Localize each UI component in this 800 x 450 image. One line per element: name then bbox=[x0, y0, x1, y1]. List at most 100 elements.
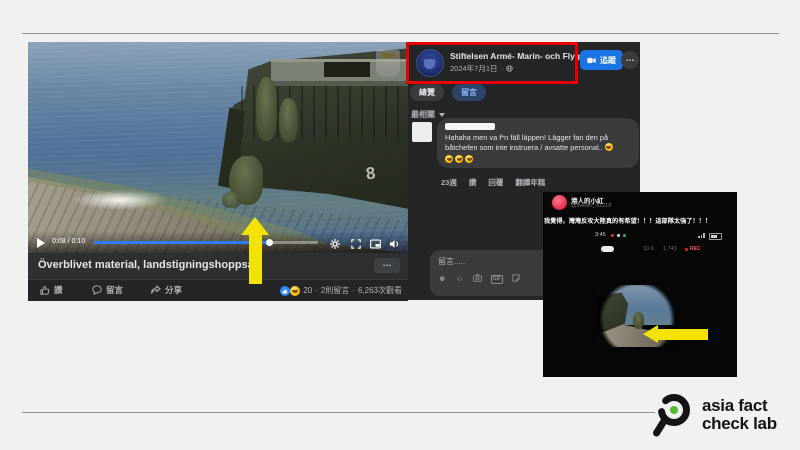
follow-label: 追蹤 bbox=[600, 55, 616, 66]
stat-value: 1,743 bbox=[663, 246, 677, 252]
battery-icon bbox=[709, 233, 722, 240]
comment-reply-link[interactable]: 回覆 bbox=[488, 177, 503, 188]
progress-bar[interactable] bbox=[94, 241, 318, 244]
arrow-shaft bbox=[658, 329, 708, 340]
wave-foam bbox=[72, 190, 168, 210]
comment-bubble-icon bbox=[92, 285, 102, 295]
rec-label: REC bbox=[690, 246, 701, 252]
comment-count[interactable]: 2則留言 bbox=[321, 285, 349, 296]
share-label: 分享 bbox=[165, 284, 182, 296]
settings-gear-icon[interactable] bbox=[330, 236, 340, 253]
armed-forces-watermark bbox=[376, 50, 400, 77]
logo-line-1: asia fact bbox=[702, 397, 777, 415]
video-more-button[interactable]: … bbox=[374, 258, 400, 273]
video-time: 0:08 / 0:10 bbox=[52, 238, 85, 245]
stat-value: 10.6 bbox=[643, 246, 654, 252]
comment-age: 23週 bbox=[441, 177, 457, 188]
x-post-avatar bbox=[552, 195, 567, 210]
status-dot-white bbox=[617, 234, 620, 237]
comment-meta-row: 23週 讚 回覆 翻譯年糕 bbox=[441, 177, 545, 188]
tab-comments[interactable]: 留言 bbox=[452, 84, 486, 101]
arrow-head bbox=[643, 325, 658, 343]
header-more-button[interactable]: … bbox=[621, 51, 639, 69]
post-action-bar: 讚 留言 分享 20 · 2則留言 bbox=[28, 279, 408, 301]
sort-label: 最相關 bbox=[411, 109, 435, 120]
logo-wordmark: asia fact check lab bbox=[702, 397, 777, 434]
comment-text: Hahaha men va f*n fäll läppen! Lägger fa… bbox=[445, 133, 631, 153]
commenter-avatar-redacted bbox=[412, 122, 432, 142]
white-pill-icon bbox=[601, 246, 614, 252]
haha-reaction-icon bbox=[290, 286, 300, 296]
video-title-bar: Överblivet material, landstigningshoppsa… bbox=[28, 253, 408, 279]
reaction-count: 20 bbox=[303, 286, 312, 295]
x-post-handle: @moses_41219 bbox=[571, 203, 611, 209]
red-annotation-box bbox=[406, 42, 578, 84]
video-post-column: 8 0:08 / 0:10 bbox=[28, 42, 408, 300]
composer-icon-row: ☻ ☺ GIF bbox=[438, 274, 556, 284]
annotation-arrow-up bbox=[241, 217, 269, 284]
soldier-figure bbox=[279, 98, 298, 142]
boat-windshield bbox=[324, 62, 370, 77]
separator: · bbox=[352, 286, 355, 295]
emoji-icon[interactable]: ☺ bbox=[455, 275, 463, 283]
status-dot-green bbox=[623, 234, 626, 237]
thumbs-up-icon bbox=[40, 285, 50, 295]
avatar-sticker-icon[interactable]: ☻ bbox=[438, 275, 446, 283]
arrow-head bbox=[241, 217, 269, 235]
logo-line-2: check lab bbox=[702, 415, 777, 433]
status-time: 3:45 bbox=[595, 232, 606, 238]
soldier-figure bbox=[222, 192, 241, 208]
like-label: 讚 bbox=[54, 284, 63, 296]
video-camera-icon bbox=[587, 57, 596, 64]
comment-like-link[interactable]: 讚 bbox=[469, 177, 477, 188]
follow-button[interactable]: 追蹤 bbox=[580, 50, 623, 70]
status-dot-red bbox=[611, 234, 614, 237]
asia-fact-check-lab-logo: asia fact check lab bbox=[650, 390, 777, 440]
rofl-emoji-icon bbox=[445, 155, 453, 163]
video-title: Överblivet material, landstigningshoppsa… bbox=[38, 259, 261, 271]
post-stats: 20 · 2則留言 · 6,263次觀看 bbox=[280, 285, 402, 296]
play-icon[interactable] bbox=[37, 238, 45, 248]
signal-bars-icon bbox=[698, 233, 705, 238]
comment-button[interactable]: 留言 bbox=[92, 284, 123, 296]
like-button[interactable]: 讚 bbox=[40, 284, 63, 296]
sticker-icon[interactable] bbox=[512, 274, 520, 284]
thumbs-up-reaction-icon bbox=[280, 286, 290, 296]
comment-translate-link[interactable]: 翻譯年糕 bbox=[515, 177, 545, 188]
composer-placeholder: 留言..... bbox=[438, 256, 556, 267]
rofl-emoji-icon bbox=[465, 155, 473, 163]
fact-check-composite: 8 0:08 / 0:10 bbox=[0, 0, 800, 450]
tab-overview[interactable]: 總覽 bbox=[410, 84, 444, 101]
camera-icon[interactable] bbox=[473, 274, 482, 284]
view-count: 6,263次觀看 bbox=[358, 285, 402, 296]
chevron-down-icon bbox=[439, 113, 445, 117]
arrow-shaft bbox=[249, 235, 262, 284]
x-post-caption: 我覺得，灣灣反攻大陸真的有希望！！！這部隊太強了！！！ bbox=[544, 216, 737, 225]
recorded-phone-status-bar: 3:45 bbox=[543, 232, 737, 240]
laugh-emoji-icon bbox=[455, 155, 463, 163]
separator: · bbox=[315, 286, 318, 295]
sweat-smile-emoji-icon bbox=[605, 143, 613, 151]
comment-sort-dropdown[interactable]: 最相關 bbox=[411, 109, 445, 120]
comment-label: 留言 bbox=[106, 284, 123, 296]
annotation-arrow-left bbox=[643, 325, 708, 343]
picture-in-picture-icon[interactable] bbox=[370, 236, 381, 253]
share-button[interactable]: 分享 bbox=[150, 284, 182, 296]
share-arrow-icon bbox=[150, 285, 161, 295]
volume-icon[interactable] bbox=[389, 236, 400, 253]
soldier-figure bbox=[256, 77, 277, 141]
commenter-name-redacted bbox=[445, 123, 495, 130]
bottom-divider bbox=[22, 412, 655, 413]
recording-info-row: 10.6 1,743 REC bbox=[543, 245, 737, 254]
x-post-screenshot: 港人的小紅 @moses_41219 我覺得，灣灣反攻大陸真的有希望！！！這部隊… bbox=[543, 192, 737, 377]
video-player[interactable]: 8 0:08 / 0:10 bbox=[28, 42, 408, 253]
rec-badge: REC bbox=[685, 246, 701, 252]
top-divider bbox=[22, 33, 779, 34]
gif-icon[interactable]: GIF bbox=[491, 275, 503, 284]
video-controls-bar: 0:08 / 0:10 bbox=[28, 231, 408, 253]
fullscreen-icon[interactable] bbox=[351, 236, 361, 253]
magnifier-icon bbox=[650, 390, 694, 440]
comment-emoji-row bbox=[445, 155, 631, 163]
comment-bubble: Hahaha men va f*n fäll läppen! Lägger fa… bbox=[437, 118, 639, 168]
rec-dot-icon bbox=[685, 248, 688, 251]
